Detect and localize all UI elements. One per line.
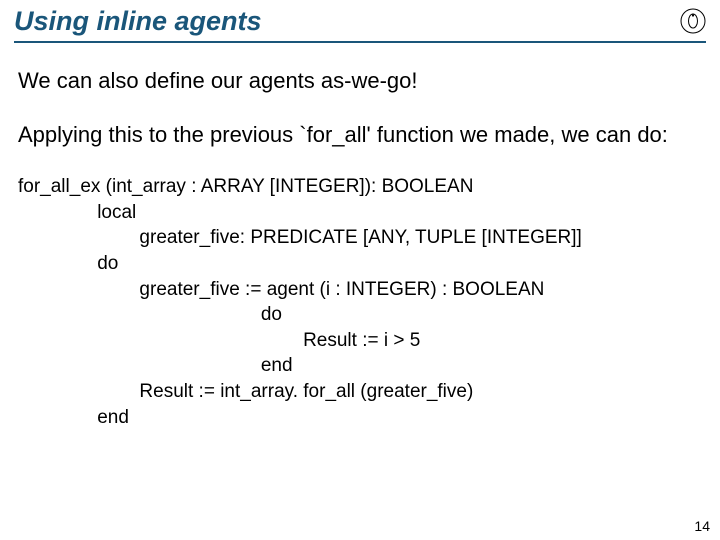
page-number: 14 bbox=[694, 518, 710, 534]
paragraph-2: Applying this to the previous `for_all' … bbox=[18, 121, 702, 149]
code-local-kw: local bbox=[97, 202, 136, 223]
code-inner-body: Result := i > 5 bbox=[303, 330, 420, 351]
paragraph-1: We can also define our agents as-we-go! bbox=[18, 67, 702, 95]
para2-pre: Applying this to the previous ` bbox=[18, 122, 307, 147]
code-block: for_all_ex (int_array : ARRAY [INTEGER])… bbox=[0, 174, 720, 430]
eiffel-logo-icon bbox=[680, 8, 706, 34]
code-local-decl: greater_five: PREDICATE [ANY, TUPLE [INT… bbox=[139, 227, 581, 248]
for-all-ref: for_all bbox=[307, 122, 367, 147]
code-result-line: Result := int_array. for_all (greater_fi… bbox=[139, 381, 473, 402]
title-bar: Using inline agents bbox=[0, 0, 720, 39]
code-agent-assign: greater_five := agent (i : INTEGER) : BO… bbox=[139, 279, 544, 300]
code-end-kw: end bbox=[97, 407, 129, 428]
code-signature: for_all_ex (int_array : ARRAY [INTEGER])… bbox=[18, 176, 473, 197]
slide-title: Using inline agents bbox=[14, 6, 262, 36]
code-inner-do: do bbox=[261, 304, 282, 325]
code-inner-end: end bbox=[261, 355, 293, 376]
code-do-kw: do bbox=[97, 253, 118, 274]
para2-post: ' function we made, we can do: bbox=[367, 122, 668, 147]
slide-body: We can also define our agents as-we-go! … bbox=[0, 43, 720, 148]
slide: Using inline agents We can also define o… bbox=[0, 0, 720, 540]
